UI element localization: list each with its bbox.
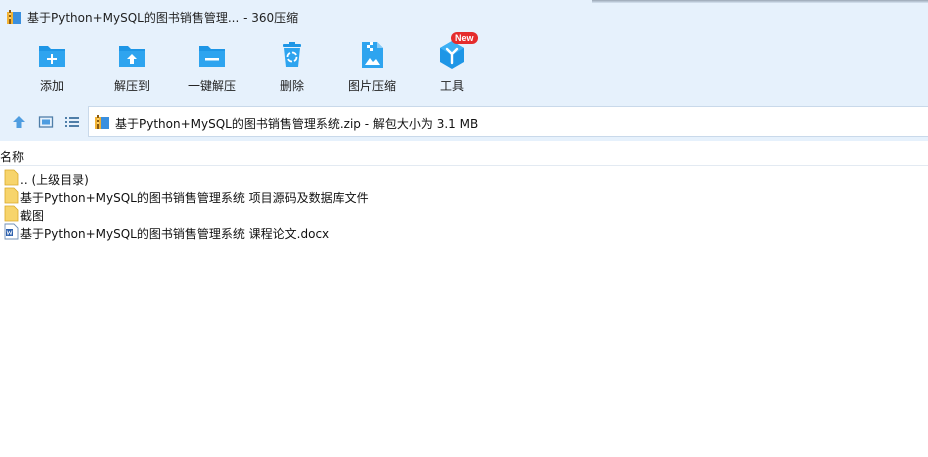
image-compress-icon xyxy=(362,42,383,68)
delete-label: 删除 xyxy=(279,79,304,93)
title-bar: 基于Python+MySQL的图书销售管理... - 360压缩 xyxy=(0,0,928,33)
file-name: .. (上级目录) xyxy=(20,173,89,187)
extract-to-label: 解压到 xyxy=(113,79,150,93)
one-click-extract-label: 一键解压 xyxy=(187,79,236,93)
one-click-extract-icon xyxy=(199,46,225,67)
delete-bin-icon xyxy=(283,42,301,67)
list-view-icon[interactable] xyxy=(64,114,80,130)
archive-icon xyxy=(7,10,21,24)
view-toggle-icon[interactable] xyxy=(38,114,54,130)
folder-icon xyxy=(4,187,19,204)
up-icon[interactable] xyxy=(11,114,27,130)
image-compress-label: 图片压缩 xyxy=(347,79,396,93)
add-button[interactable]: 添加 xyxy=(13,33,91,104)
list-item-source-folder[interactable]: 基于Python+MySQL的图书销售管理系统 项目源码及数据库文件 xyxy=(0,187,928,205)
file-name: 基于Python+MySQL的图书销售管理系统 课程论文.docx xyxy=(20,227,330,241)
navigation-bar: 基于Python+MySQL的图书销售管理系统.zip - 解包大小为 3.1 … xyxy=(0,104,928,141)
tools-button[interactable]: New 工具 xyxy=(413,32,491,104)
name-column-header[interactable]: 名称 xyxy=(0,148,24,165)
word-doc-icon xyxy=(4,223,19,240)
list-item-docx[interactable]: 基于Python+MySQL的图书销售管理系统 课程论文.docx xyxy=(0,223,928,241)
archive-icon xyxy=(95,115,109,129)
address-bar[interactable]: 基于Python+MySQL的图书销售管理系统.zip - 解包大小为 3.1 … xyxy=(88,106,928,137)
file-name: 截图 xyxy=(20,209,45,223)
add-label: 添加 xyxy=(39,79,64,93)
folder-icon xyxy=(4,169,19,186)
new-badge: New xyxy=(451,32,478,44)
list-item-parent[interactable]: .. (上级目录) xyxy=(0,169,928,187)
header-divider xyxy=(0,165,928,166)
toolbar: 添加 解压到 一键解压 删除 图片压缩 New 工具 xyxy=(0,32,928,104)
add-folder-icon xyxy=(39,46,65,67)
extract-to-button[interactable]: 解压到 xyxy=(93,33,171,104)
file-name: 基于Python+MySQL的图书销售管理系统 项目源码及数据库文件 xyxy=(20,191,369,205)
delete-button[interactable]: 删除 xyxy=(253,33,331,104)
extract-to-icon xyxy=(119,46,145,67)
folder-icon xyxy=(4,205,19,222)
image-compress-button[interactable]: 图片压缩 xyxy=(333,33,411,104)
address-text: 基于Python+MySQL的图书销售管理系统.zip - 解包大小为 3.1 … xyxy=(115,117,479,131)
tools-label: 工具 xyxy=(439,79,464,93)
one-click-extract-button[interactable]: 一键解压 xyxy=(173,33,251,104)
window-title: 基于Python+MySQL的图书销售管理... - 360压缩 xyxy=(27,11,299,25)
window-shadow xyxy=(592,0,928,3)
list-item-screenshots[interactable]: 截图 xyxy=(0,205,928,223)
file-list: .. (上级目录) 基于Python+MySQL的图书销售管理系统 项目源码及数… xyxy=(0,169,928,241)
